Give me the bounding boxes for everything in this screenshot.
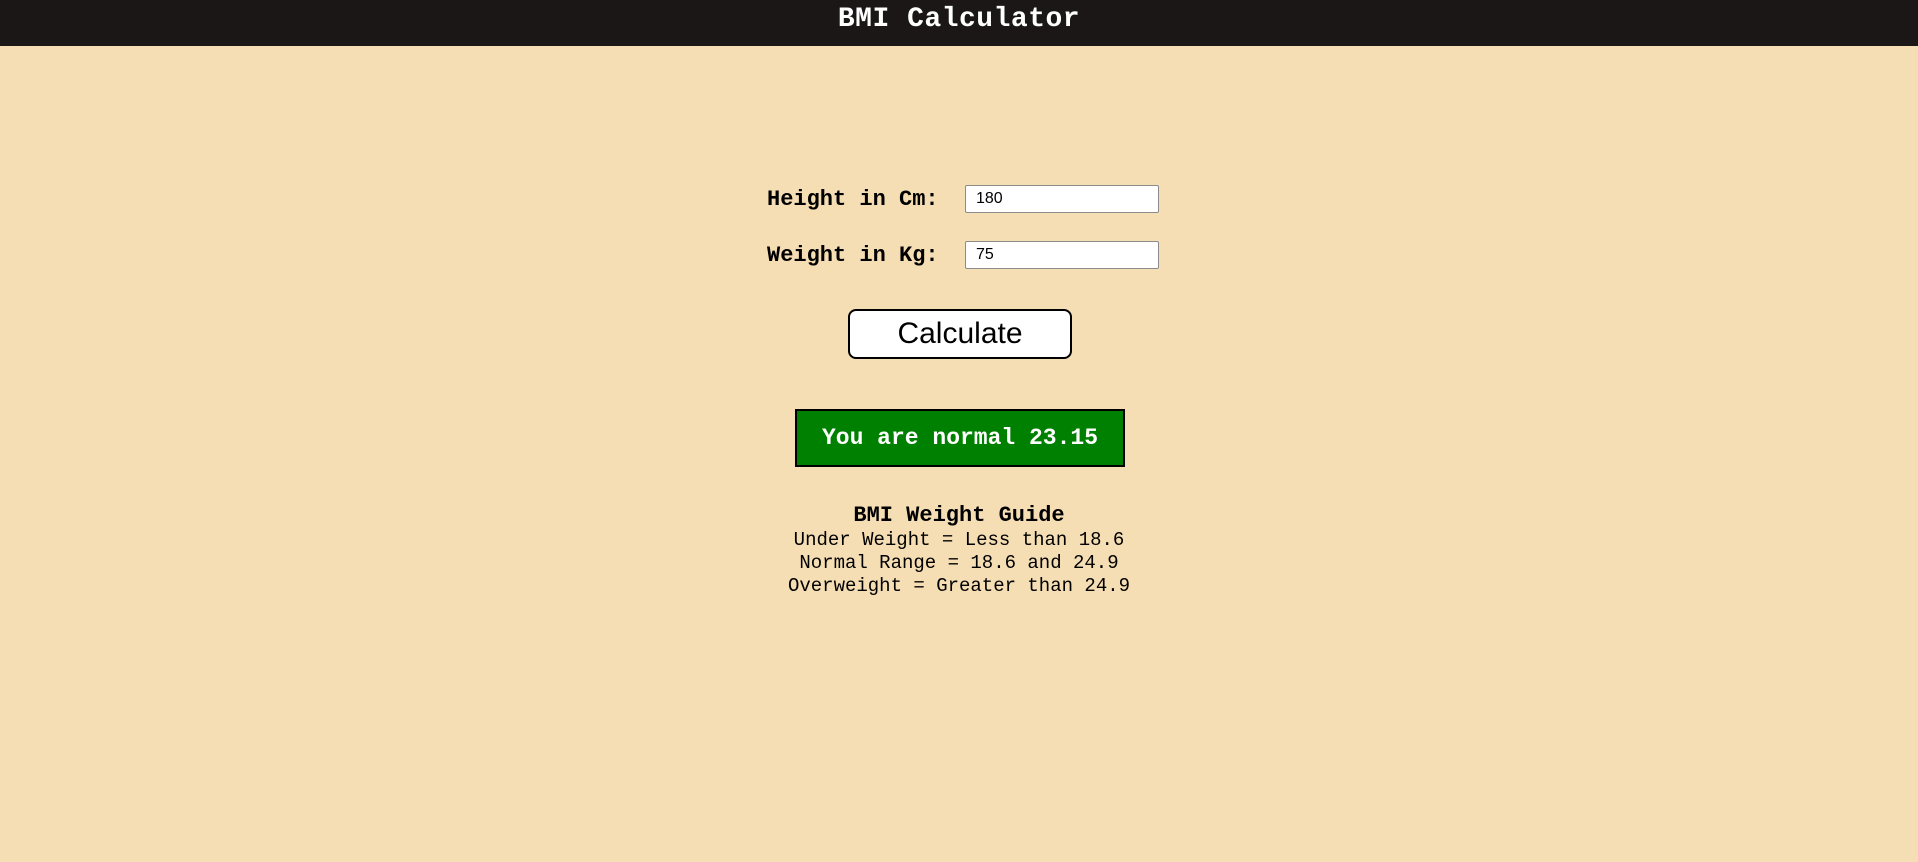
height-row: Height in Cm: [767, 183, 1159, 215]
result-text: You are normal 23.15 [821, 425, 1099, 451]
bmi-guide: BMI Weight Guide Under Weight = Less tha… [759, 503, 1159, 598]
guide-line-underweight: Under Weight = Less than 18.6 [793, 529, 1125, 551]
app-header: BMI Calculator [0, 0, 1918, 46]
weight-input[interactable] [965, 241, 1159, 269]
height-label: Height in Cm: [767, 186, 939, 212]
page-title: BMI Calculator [837, 4, 1081, 35]
weight-row: Weight in Kg: [767, 239, 1159, 271]
result-badge: You are normal 23.15 [795, 409, 1125, 467]
calculate-button[interactable]: Calculate [848, 309, 1072, 359]
weight-label: Weight in Kg: [767, 242, 939, 268]
guide-title: BMI Weight Guide [853, 503, 1065, 528]
guide-line-normal: Normal Range = 18.6 and 24.9 [799, 552, 1119, 574]
height-input[interactable] [965, 185, 1159, 213]
guide-line-overweight: Overweight = Greater than 24.9 [787, 575, 1131, 597]
